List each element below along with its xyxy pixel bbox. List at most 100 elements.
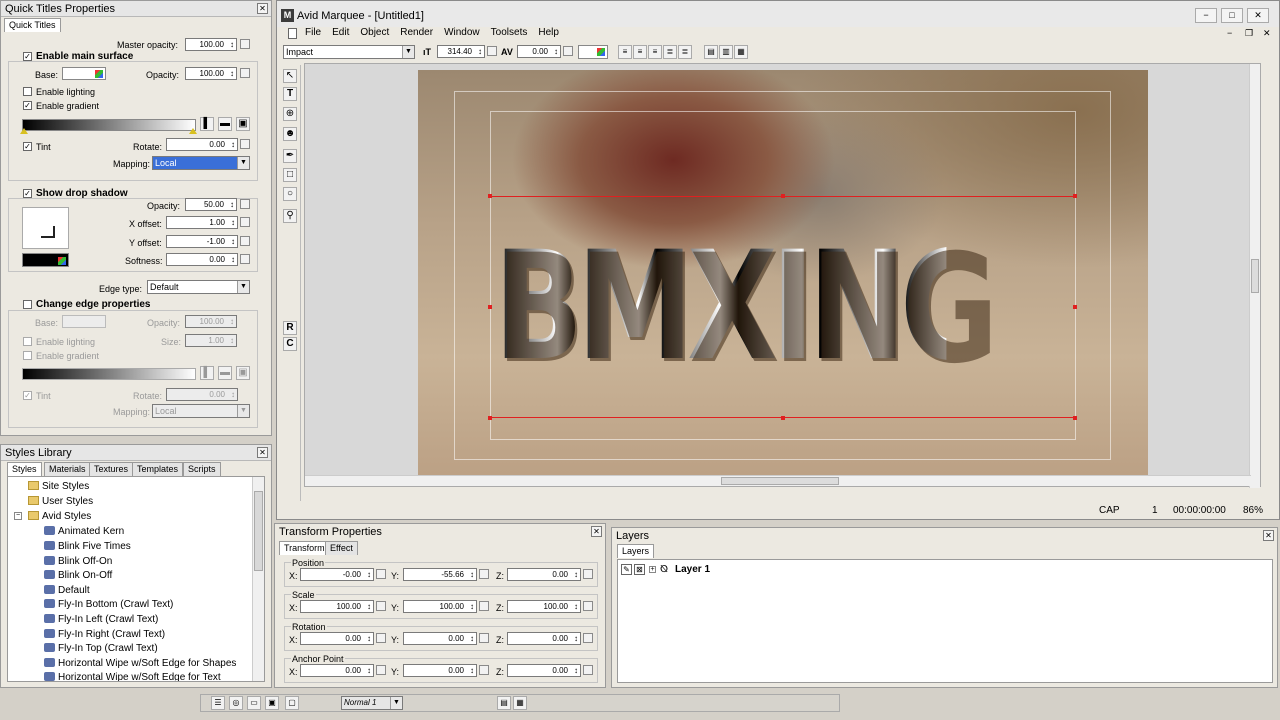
gradient-end-marker[interactable]: [189, 128, 197, 134]
main-opacity-key-button[interactable]: [240, 68, 250, 78]
tree-item-hwipe-text[interactable]: Horizontal Wipe w/Soft Edge for Text: [44, 672, 221, 681]
tree-item-fly-in-left[interactable]: Fly-In Left (Crawl Text): [44, 614, 158, 625]
rotation-y-field[interactable]: 0.00: [403, 632, 477, 645]
title-text[interactable]: BMXING: [494, 222, 996, 392]
rotation-x-key[interactable]: [376, 633, 386, 643]
handle-top-right[interactable]: [1073, 194, 1077, 198]
scale-y-field[interactable]: 100.00: [403, 600, 477, 613]
tab-scripts[interactable]: Scripts: [183, 462, 221, 476]
tree-item-site-styles[interactable]: Site Styles: [28, 481, 89, 492]
maximize-button[interactable]: □: [1221, 8, 1243, 23]
visibility-icon[interactable]: ✎: [621, 564, 632, 575]
blend-mode-dropdown[interactable]: Normal 1 ▼: [341, 696, 403, 710]
scale-y-key[interactable]: [479, 601, 489, 611]
ellipse-tool-icon[interactable]: ○: [283, 187, 297, 201]
change-edge-checkbox[interactable]: [23, 300, 32, 309]
base-color-swatch[interactable]: [62, 67, 106, 80]
text-tool-icon[interactable]: T: [283, 87, 297, 101]
handle-top-mid[interactable]: [781, 194, 785, 198]
circle-icon[interactable]: ◎: [229, 696, 243, 710]
show-drop-shadow-checkbox[interactable]: ✓: [23, 189, 32, 198]
kerning-field[interactable]: 0.00: [517, 45, 561, 58]
tab-effect[interactable]: Effect: [325, 541, 358, 555]
text-color-swatch[interactable]: [578, 45, 608, 59]
menu-edit[interactable]: Edit: [332, 27, 349, 38]
tree-item-blink-five-times[interactable]: Blink Five Times: [44, 541, 131, 552]
tab-materials[interactable]: Materials: [44, 462, 91, 476]
menu-icon[interactable]: ☰: [211, 696, 225, 710]
gradient-box-icon[interactable]: ▣: [236, 117, 250, 131]
tab-styles[interactable]: Styles: [7, 462, 42, 476]
tab-transform[interactable]: Transform: [279, 541, 330, 555]
rotate-field[interactable]: 0.00: [166, 138, 238, 151]
grid-icon[interactable]: ▦: [513, 696, 527, 710]
shadow-opacity-key-button[interactable]: [240, 199, 250, 209]
tree-item-user-styles[interactable]: User Styles: [28, 496, 93, 507]
position-z-field[interactable]: 0.00: [507, 568, 581, 581]
tree-item-avid-styles[interactable]: Avid Styles: [28, 511, 91, 522]
expand-toggle-icon[interactable]: −: [14, 512, 22, 520]
main-opacity-field[interactable]: 100.00: [185, 67, 237, 80]
handle-bottom-left[interactable]: [488, 416, 492, 420]
tab-quick-titles[interactable]: Quick Titles: [4, 18, 61, 32]
position-y-key[interactable]: [479, 569, 489, 579]
shadow-direction-widget[interactable]: [22, 207, 69, 249]
rotation-z-key[interactable]: [583, 633, 593, 643]
handle-top-left[interactable]: [488, 194, 492, 198]
anchor-y-field[interactable]: 0.00: [403, 664, 477, 677]
minimize-button[interactable]: −: [1195, 8, 1217, 23]
monitor-frame[interactable]: BMXING: [418, 70, 1148, 480]
layer-name[interactable]: Layer 1: [675, 564, 710, 575]
scale-x-key[interactable]: [376, 601, 386, 611]
gradient-linear-icon[interactable]: ▌: [200, 117, 214, 131]
hscroll-thumb[interactable]: [721, 477, 839, 485]
rotate-3d-tool-icon[interactable]: ⊕: [283, 107, 297, 121]
softness-key-button[interactable]: [240, 254, 250, 264]
image-icon[interactable]: ▣: [265, 696, 279, 710]
close-icon[interactable]: ✕: [257, 3, 268, 14]
x-offset-field[interactable]: 1.00: [166, 216, 238, 229]
tree-item-fly-in-top[interactable]: Fly-In Top (Crawl Text): [44, 643, 158, 654]
align-center-icon[interactable]: ≡: [633, 45, 647, 59]
expand-toggle-icon[interactable]: +: [649, 566, 656, 573]
scale-z-field[interactable]: 100.00: [507, 600, 581, 613]
anchor-z-key[interactable]: [583, 665, 593, 675]
enable-main-surface-checkbox[interactable]: ✓: [23, 52, 32, 61]
align-left-icon[interactable]: ≡: [618, 45, 632, 59]
anchor-x-key[interactable]: [376, 665, 386, 675]
scale-z-key[interactable]: [583, 601, 593, 611]
font-size-field[interactable]: 314.40: [437, 45, 485, 58]
close-icon[interactable]: ✕: [591, 526, 602, 537]
font-dropdown[interactable]: Impact ▼: [283, 45, 415, 59]
anchor-x-field[interactable]: 0.00: [300, 664, 374, 677]
master-opacity-key-button[interactable]: [240, 39, 250, 49]
master-opacity-field[interactable]: 100.00: [185, 38, 237, 51]
align-right-icon[interactable]: ≡: [648, 45, 662, 59]
handle-bottom-right[interactable]: [1073, 416, 1077, 420]
handle-bottom-mid[interactable]: [781, 416, 785, 420]
layer-row[interactable]: ✎ ⊠ + ⦰ Layer 1: [621, 564, 1261, 578]
justify-all-icon[interactable]: ≣: [678, 45, 692, 59]
y-offset-field[interactable]: -1.00: [166, 235, 238, 248]
menu-render[interactable]: Render: [400, 27, 433, 38]
text-box-icon[interactable]: ▤: [704, 45, 718, 59]
menu-window[interactable]: Window: [444, 27, 480, 38]
tree-item-animated-kern[interactable]: Animated Kern: [44, 526, 124, 537]
lock-icon[interactable]: ⊠: [634, 564, 645, 575]
tree-scrollbar[interactable]: [252, 477, 264, 681]
menu-object[interactable]: Object: [360, 27, 389, 38]
menu-help[interactable]: Help: [538, 27, 559, 38]
kerning-key-button[interactable]: [563, 46, 573, 56]
gradient-start-marker[interactable]: [20, 128, 28, 134]
enable-gradient-checkbox[interactable]: ✓: [23, 101, 32, 110]
tab-textures[interactable]: Textures: [89, 462, 134, 476]
x-offset-key-button[interactable]: [240, 217, 250, 227]
scroll-thumb[interactable]: [254, 491, 263, 571]
monitor-icon[interactable]: ▢: [285, 696, 299, 710]
tab-layers[interactable]: Layers: [617, 544, 655, 558]
doc-restore-icon[interactable]: ❐: [1245, 28, 1253, 39]
position-z-key[interactable]: [583, 569, 593, 579]
pen-tool-icon[interactable]: ✒: [283, 149, 297, 163]
close-icon[interactable]: ✕: [1263, 530, 1274, 541]
render-r-icon[interactable]: R: [283, 321, 297, 335]
